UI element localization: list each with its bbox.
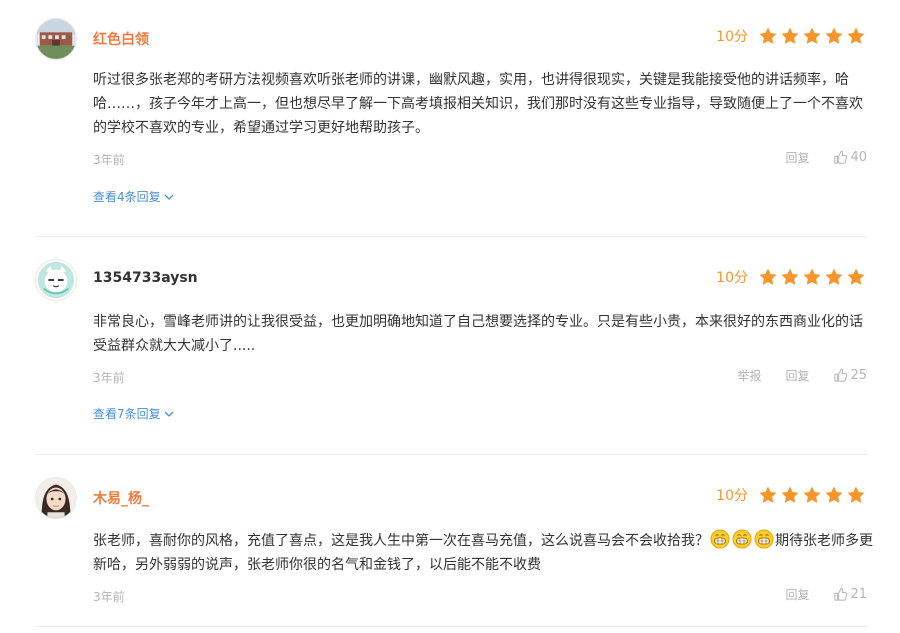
divider <box>35 236 867 237</box>
chevron-down-icon <box>164 194 174 200</box>
thumbs-up-icon <box>834 587 848 601</box>
star-icon <box>847 486 865 503</box>
like-count: 25 <box>850 368 867 383</box>
thumbs-up-icon <box>834 150 848 164</box>
star-icon <box>781 27 799 44</box>
stars <box>758 485 866 505</box>
like-count: 21 <box>850 587 867 602</box>
username[interactable]: 1354733aysn <box>93 270 198 286</box>
grin-emoji-icon <box>732 529 752 549</box>
comment-time: 3年前 <box>93 590 125 604</box>
like-button[interactable]: 21 <box>833 587 867 602</box>
rating: 10分 <box>716 267 866 287</box>
star-icon <box>847 27 865 44</box>
comment-item: 红色白领 10分 听过很多张老郑的考研方法视频喜欢听张老师的讲课，幽默风趣，实用… <box>0 18 900 208</box>
comment-actions: 举报 回复 25 <box>713 367 867 384</box>
star-icon <box>781 268 799 285</box>
comment-item: 1354733aysn 10分 非常良心，雪峰老师讲的让我很受益，也更加明确地知… <box>0 259 900 429</box>
comment-text: 张老师，喜耐你的风格，充值了喜点，这是我人生中第一次在喜马充值，这么说喜马会不会… <box>93 529 873 577</box>
comment-time: 3年前 <box>93 371 125 385</box>
view-replies-label: 查看7条回复 <box>93 407 161 421</box>
divider <box>35 454 867 455</box>
stars <box>758 26 866 46</box>
reply-button[interactable]: 回复 <box>785 367 809 384</box>
report-button[interactable]: 举报 <box>737 367 761 384</box>
comment-text: 非常良心，雪峰老师讲的让我很受益，也更加明确地知道了自己想要选择的专业。只是有些… <box>93 314 863 354</box>
score-label: 10分 <box>716 29 748 45</box>
grin-emoji-icon <box>710 529 730 549</box>
stars <box>758 267 866 287</box>
star-icon <box>803 268 821 285</box>
view-replies-link[interactable]: 查看7条回复 <box>93 405 174 422</box>
star-icon <box>825 27 843 44</box>
comment-actions: 回复 40 <box>761 149 867 166</box>
divider <box>35 626 867 627</box>
rating: 10分 <box>716 26 866 46</box>
like-button[interactable]: 40 <box>833 150 867 165</box>
view-replies-link[interactable]: 查看4条回复 <box>93 188 174 205</box>
star-icon <box>803 486 821 503</box>
username[interactable]: 红色白领 <box>93 29 149 49</box>
view-replies-label: 查看4条回复 <box>93 190 161 204</box>
star-icon <box>825 486 843 503</box>
score-label: 10分 <box>716 270 748 286</box>
avatar[interactable] <box>35 18 77 60</box>
like-button[interactable]: 25 <box>833 368 867 383</box>
like-count: 40 <box>850 150 867 165</box>
username[interactable]: 木易_杨_ <box>93 488 149 508</box>
score-label: 10分 <box>716 488 748 504</box>
comment-item: 木易_杨_ 10分 张老师，喜耐你的风格，充值了喜点，这是我人生中第一次在喜马充… <box>0 477 900 617</box>
comment-actions: 回复 21 <box>761 586 867 603</box>
star-icon <box>759 268 777 285</box>
chevron-down-icon <box>164 411 174 417</box>
thumbs-up-icon <box>834 368 848 382</box>
reply-button[interactable]: 回复 <box>785 149 809 166</box>
star-icon <box>759 27 777 44</box>
rating: 10分 <box>716 485 866 505</box>
star-icon <box>825 268 843 285</box>
grin-emoji-icon <box>754 529 774 549</box>
star-icon <box>759 486 777 503</box>
avatar[interactable] <box>35 259 77 301</box>
star-icon <box>847 268 865 285</box>
avatar[interactable] <box>35 477 77 519</box>
reply-button[interactable]: 回复 <box>785 586 809 603</box>
comment-text-part: 张老师，喜耐你的风格，充值了喜点，这是我人生中第一次在喜马充值，这么说喜马会不会… <box>93 533 709 549</box>
star-icon <box>803 27 821 44</box>
star-icon <box>781 486 799 503</box>
comment-time: 3年前 <box>93 153 125 167</box>
comment-text: 听过很多张老郑的考研方法视频喜欢听张老师的讲课，幽默风趣，实用，也讲得很现实，关… <box>93 72 863 136</box>
